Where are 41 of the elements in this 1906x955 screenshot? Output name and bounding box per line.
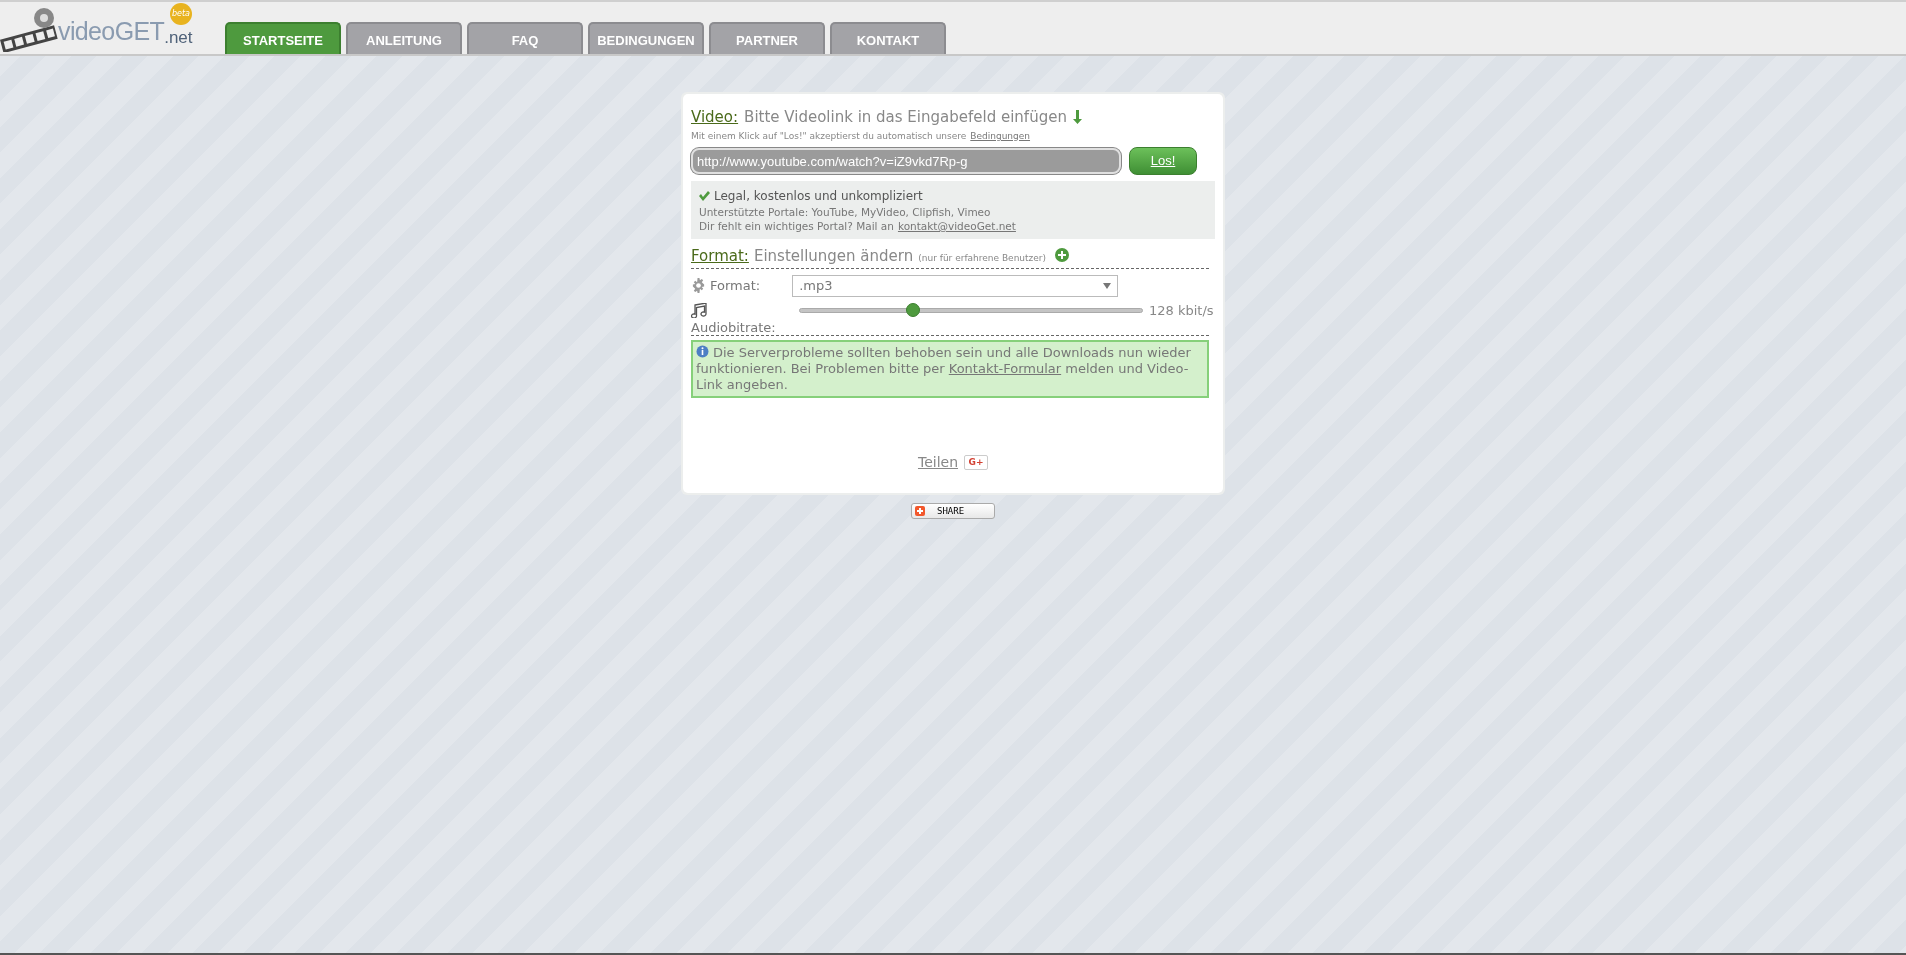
url-field[interactable]: http://www.youtube.com/watch?v=iZ9vkd7Rp-g (691, 148, 1121, 174)
nav-tab[interactable]: KONTAKT (830, 22, 946, 54)
nav-tab[interactable]: PARTNER (709, 22, 825, 54)
check-icon (699, 191, 710, 201)
logo-domain: .net (164, 29, 193, 46)
format-dropdown[interactable]: .mp3 (792, 274, 1119, 297)
bitrate-slider[interactable] (799, 303, 1143, 318)
music-note-icon (691, 302, 707, 318)
nav-tab[interactable]: STARTSEITE (225, 22, 341, 54)
info-icon (696, 345, 709, 358)
share-button[interactable]: SHARE (911, 503, 995, 519)
nav-tab[interactable]: FAQ (467, 22, 583, 54)
info-text: Dir fehlt ein wichtiges Portal? Mail an (699, 219, 894, 233)
notice-text: Die Serverprobleme sollten behoben sein und alle Downloads nun wieder funktionieren. Bei Problemen bitte per Kontakt-Formular melden und Video-Link angeben. (696, 345, 1192, 393)
email-link[interactable]: kontakt@videoGet.net (897, 219, 1016, 233)
nav-tab[interactable]: ANLEITUNG (346, 22, 462, 54)
nav-tab[interactable]: BEDINGUNGEN (588, 22, 704, 54)
section-heading: Einstellungen ändern (753, 246, 914, 267)
google-plus-button[interactable]: G+ (964, 455, 989, 470)
beta-badge: beta (170, 3, 192, 25)
plus-icon[interactable] (1055, 247, 1070, 262)
hint-text: (nur für erfahrene Benutzer) (918, 252, 1047, 265)
logo-text: videoGET (58, 19, 165, 44)
slider-thumb[interactable] (905, 303, 920, 318)
terms-note: Mit einem Klick auf "Los!" akzeptierst du automatisch unsere (691, 129, 967, 143)
section-label: Video: (691, 107, 739, 128)
gear-icon (691, 278, 706, 293)
section-heading: Bitte Videolink in das Eingabefeld einfügen (744, 107, 1067, 128)
field-label: Format: (710, 276, 761, 295)
field-label: Audiobitrate: (691, 320, 776, 335)
bitrate-reading: 128 kbit/s (1149, 301, 1214, 320)
plus-icon (915, 506, 925, 516)
info-title: Legal, kostenlos und unkompliziert (714, 188, 923, 205)
section-label: Format: (691, 246, 749, 267)
down-arrow-icon (1072, 110, 1082, 125)
info-text: Unterstützte Portale: YouTube, MyVideo, Clipfish, Vimeo (699, 205, 992, 219)
submit-button[interactable]: Los! (1129, 147, 1197, 175)
terms-link[interactable]: Bedingungen (970, 129, 1031, 143)
contact-form-link[interactable]: Kontakt-Formular (948, 361, 1062, 376)
caret-icon (1103, 282, 1112, 289)
share-link[interactable]: Teilen (917, 452, 959, 473)
